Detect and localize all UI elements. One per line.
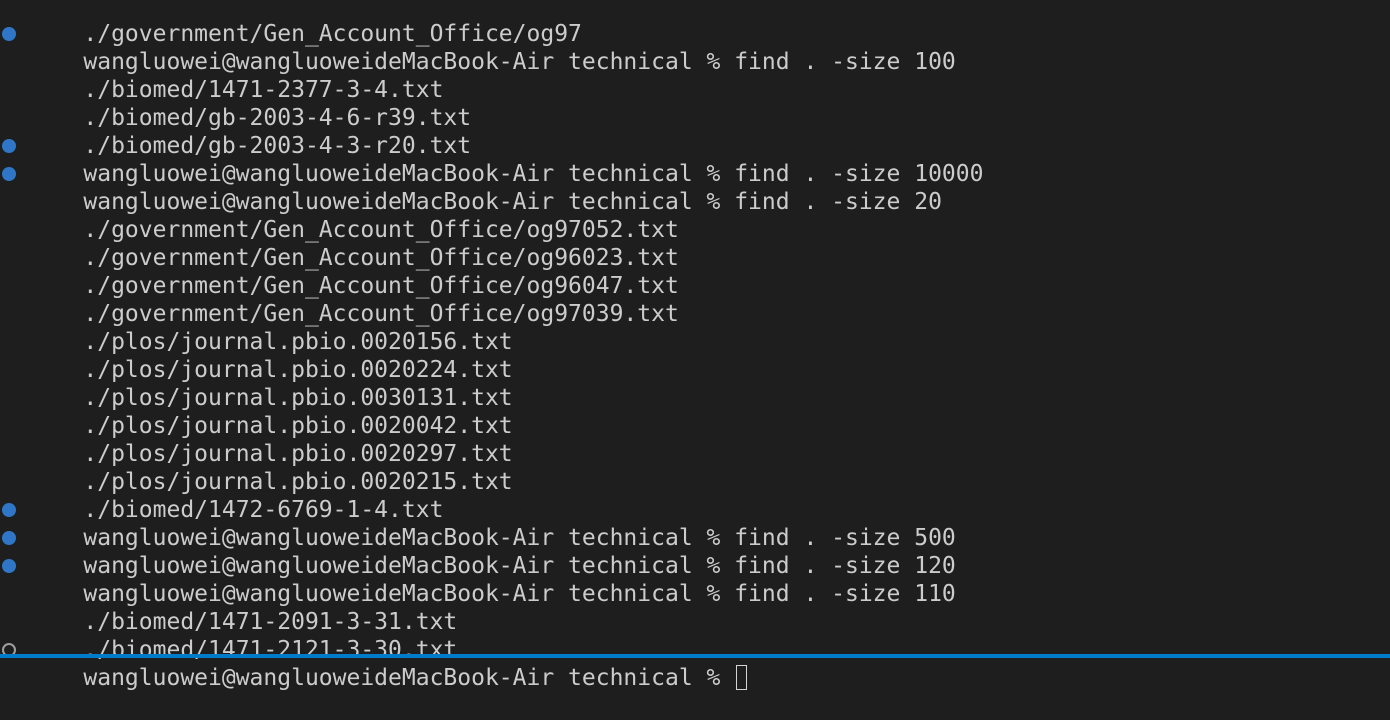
output-line: ./biomed/1471-2121-3-30.txt xyxy=(0,608,1390,663)
command-success-marker[interactable] xyxy=(2,139,16,153)
output-line: ./government/Gen_Account_Office/og96047.… xyxy=(0,244,1390,299)
terminal-output[interactable]: ./government/Gen_Account_Office/og97 wan… xyxy=(0,0,1390,691)
command-line: wangluowei@wangluoweideMacBook-Air techn… xyxy=(0,20,1390,75)
text-cursor xyxy=(736,665,748,690)
output-line: ./government/Gen_Account_Office/og96023.… xyxy=(0,216,1390,271)
output-line: ./government/Gen_Account_Office/og97052.… xyxy=(0,188,1390,243)
command-line: wangluowei@wangluoweideMacBook-Air techn… xyxy=(0,552,1390,607)
output-line: ./plos/journal.pbio.0020042.txt xyxy=(0,384,1390,439)
output-line: ./biomed/1471-2091-3-31.txt xyxy=(0,580,1390,635)
prompt-line[interactable]: wangluowei@wangluoweideMacBook-Air techn… xyxy=(0,636,1390,691)
command-success-marker[interactable] xyxy=(2,167,16,181)
output-line: ./biomed/1472-6769-1-4.txt xyxy=(0,468,1390,523)
command-line: wangluowei@wangluoweideMacBook-Air techn… xyxy=(0,160,1390,215)
command-line: wangluowei@wangluoweideMacBook-Air techn… xyxy=(0,496,1390,551)
output-line: ./plos/journal.pbio.0020297.txt xyxy=(0,412,1390,467)
output-line: ./plos/journal.pbio.0030131.txt xyxy=(0,356,1390,411)
command-line: wangluowei@wangluoweideMacBook-Air techn… xyxy=(0,132,1390,187)
output-line: ./plos/journal.pbio.0020215.txt xyxy=(0,440,1390,495)
output-line: ./government/Gen_Account_Office/og97039.… xyxy=(0,272,1390,327)
output-line: ./plos/journal.pbio.0020224.txt xyxy=(0,328,1390,383)
output-line-clipped: ./government/Gen_Account_Office/og97 xyxy=(0,0,1390,47)
output-line: ./biomed/gb-2003-4-3-r20.txt xyxy=(0,104,1390,159)
output-line: ./plos/journal.pbio.0020156.txt xyxy=(0,300,1390,355)
output-line: ./biomed/gb-2003-4-6-r39.txt xyxy=(0,76,1390,131)
prompt-text: wangluowei@wangluoweideMacBook-Air techn… xyxy=(83,665,735,691)
output-line: ./biomed/1471-2377-3-4.txt xyxy=(0,48,1390,103)
command-line: wangluowei@wangluoweideMacBook-Air techn… xyxy=(0,524,1390,579)
command-success-marker[interactable] xyxy=(2,503,16,517)
status-bar xyxy=(0,654,1390,658)
command-success-marker[interactable] xyxy=(2,559,16,573)
command-success-marker[interactable] xyxy=(2,27,16,41)
command-success-marker[interactable] xyxy=(2,531,16,545)
